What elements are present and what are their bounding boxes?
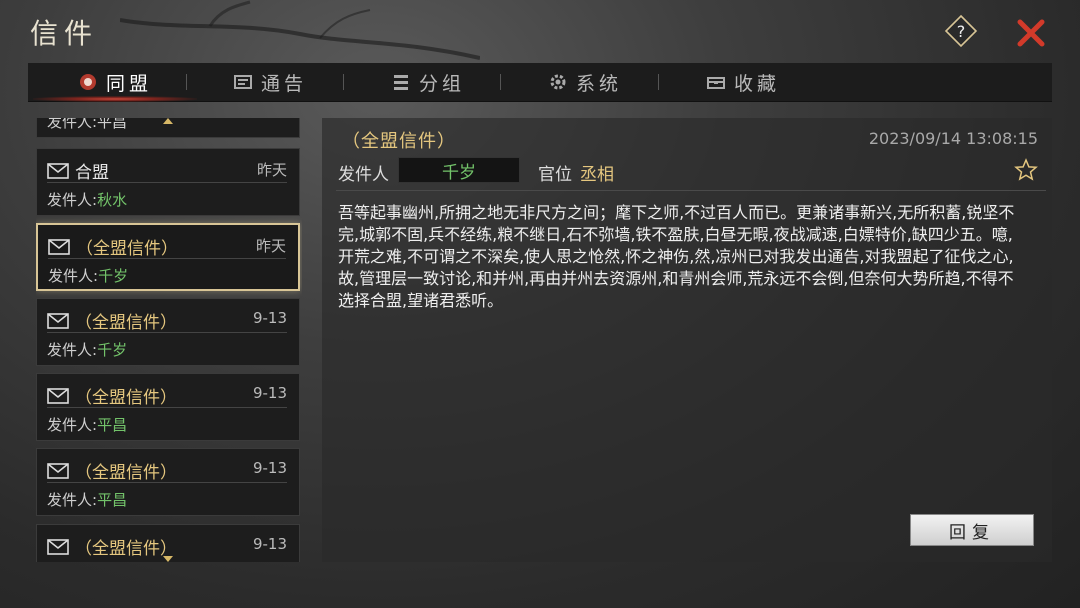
mail-sender: 发件人:平昌 — [47, 414, 127, 435]
tab-label: 收藏 — [734, 72, 781, 95]
mail-subject: （全盟信件） — [47, 308, 177, 333]
mail-subject-text: （全盟信件） — [75, 388, 177, 408]
tab-label: 系统 — [576, 72, 623, 95]
tab-group[interactable]: 分组 — [391, 63, 465, 101]
mail-subject: （全盟信件） — [47, 534, 177, 559]
tab-favorites[interactable]: 收藏 — [706, 63, 780, 101]
tab-divider — [500, 74, 501, 90]
mail-subject: 合盟 — [47, 158, 109, 183]
sender-label: 发件人: — [47, 191, 98, 209]
mail-body-text: 吾等起事幽州,所拥之地无非尺方之间；麾下之师,不过百人而已。更兼诸事新兴,无所积… — [338, 203, 1015, 310]
mail-list-item-selected[interactable]: （全盟信件） 昨天 发件人:千岁 — [36, 223, 300, 291]
sender-label: 发件人: — [47, 341, 98, 359]
mail-subject-text: （全盟信件） — [76, 239, 178, 259]
mail-sender: 发件人:千岁 — [47, 339, 127, 360]
favorite-star-icon[interactable] — [1014, 158, 1038, 182]
mail-sender: 发件人:千岁 — [48, 265, 128, 286]
tab-divider — [186, 74, 187, 90]
category-tab-bar: 同盟 通告 分组 系统 收藏 — [28, 63, 1052, 102]
mail-date: 9-13 — [252, 384, 287, 402]
tab-label: 分组 — [419, 72, 466, 95]
mail-detail-timestamp: 2023/09/14 13:08:15 — [868, 129, 1038, 148]
reply-button[interactable]: 回复 — [910, 514, 1034, 546]
gear-icon — [550, 74, 566, 90]
mail-date: 昨天 — [256, 161, 287, 179]
mail-detail-subject: （全盟信件） — [342, 131, 456, 152]
tab-label: 同盟 — [106, 72, 153, 95]
close-icon[interactable] — [1014, 16, 1048, 50]
mail-date: 9-13 — [252, 459, 287, 477]
tab-system[interactable]: 系统 — [548, 63, 622, 101]
group-list-icon — [394, 75, 408, 90]
envelope-icon — [48, 238, 70, 255]
envelope-icon — [47, 312, 69, 329]
rank-label: 官位 — [538, 165, 572, 185]
from-name-box[interactable]: 千岁 — [398, 157, 520, 183]
mail-list-item[interactable]: （全盟信件） 9-13 发件人:平昌 — [36, 448, 300, 516]
window-title: 信件 — [30, 17, 99, 50]
chest-icon — [707, 77, 725, 89]
card-divider — [48, 258, 286, 259]
envelope-icon — [47, 538, 69, 555]
tab-notice[interactable]: 通告 — [233, 63, 307, 101]
mail-list-item[interactable]: 合盟 昨天 发件人:秋水 — [36, 148, 300, 216]
card-divider — [47, 482, 287, 483]
notice-icon — [234, 75, 252, 89]
mail-subject: （全盟信件） — [47, 383, 177, 408]
sender-name: 平昌 — [97, 416, 128, 434]
tab-divider — [343, 74, 344, 90]
mail-subject: （全盟信件） — [47, 458, 177, 483]
scroll-up-arrow-icon[interactable] — [163, 118, 173, 124]
mail-list-item[interactable]: （全盟信件） 9-13 发件人:千岁 — [36, 298, 300, 366]
mail-date: 昨天 — [255, 237, 286, 255]
header-divider — [336, 190, 1046, 191]
card-divider — [47, 407, 287, 408]
sender-name: 千岁 — [98, 267, 129, 285]
rank-value: 丞相 — [580, 165, 614, 185]
mail-date: 9-13 — [252, 309, 287, 327]
mail-subject-text: （全盟信件） — [75, 539, 177, 559]
envelope-icon — [47, 387, 69, 404]
svg-text:?: ? — [957, 22, 966, 41]
mail-list-item[interactable]: （全盟信件） 9-13 发件人:平昌 — [36, 373, 300, 441]
mail-list[interactable]: 发件人:平昌 合盟 昨天 发件人:秋水 （全盟信件） 昨天 发件人:千岁 （全盟… — [36, 118, 302, 562]
sender-name: 千岁 — [97, 341, 128, 359]
envelope-icon — [47, 162, 69, 179]
tab-label: 通告 — [261, 72, 308, 95]
sender-label: 发件人: — [47, 416, 98, 434]
tab-divider — [658, 74, 659, 90]
scroll-down-arrow-icon[interactable] — [163, 556, 173, 562]
ink-branch-decoration — [120, 0, 480, 60]
mail-subject: （全盟信件） — [48, 234, 178, 259]
tab-alliance[interactable]: 同盟 — [32, 63, 198, 102]
alliance-emblem-icon — [80, 74, 96, 90]
help-icon[interactable]: ? — [944, 14, 978, 48]
envelope-icon — [47, 462, 69, 479]
card-divider — [47, 182, 287, 183]
mail-sender: 发件人:平昌 — [47, 489, 127, 510]
mail-sender: 发件人:秋水 — [47, 189, 127, 210]
mail-subject-text: （全盟信件） — [75, 463, 177, 483]
mail-subject-text: 合盟 — [75, 163, 109, 183]
sender-label: 发件人: — [48, 267, 99, 285]
mail-detail-panel: （全盟信件） 2023/09/14 13:08:15 发件人 千岁 官位 丞相 … — [322, 118, 1052, 562]
mail-sender: 发件人:平昌 — [47, 118, 128, 131]
sender-name: 平昌 — [97, 491, 128, 509]
mail-subject-text: （全盟信件） — [75, 313, 177, 333]
mail-date: 9-13 — [252, 535, 287, 553]
sender-label: 发件人: — [47, 491, 98, 509]
card-divider — [47, 332, 287, 333]
from-label: 发件人 — [338, 165, 389, 185]
sender-name: 秋水 — [97, 191, 128, 209]
